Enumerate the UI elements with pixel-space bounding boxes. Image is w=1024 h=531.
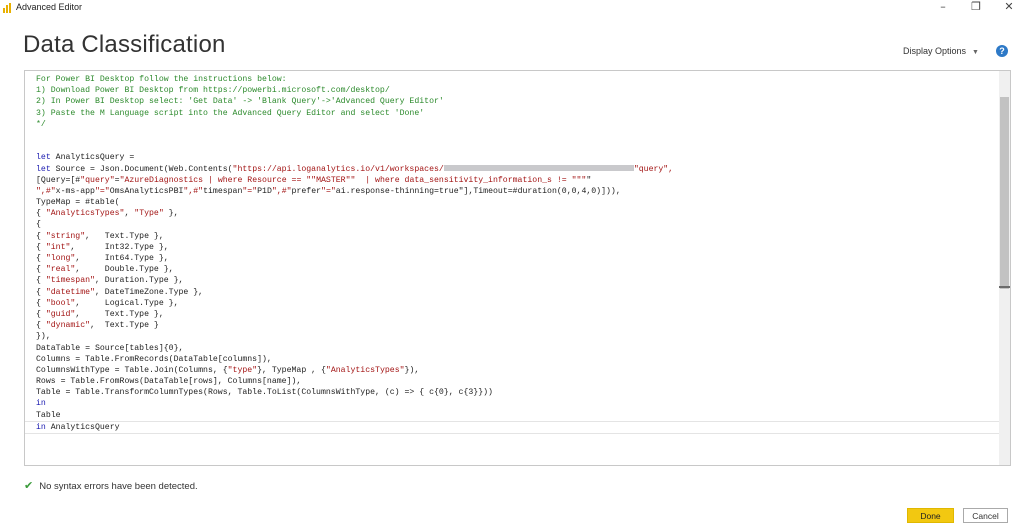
code-line[interactable]: { "bool", Logical.Type }, (36, 298, 991, 309)
code-line[interactable]: { "int", Int32.Type }, (36, 242, 991, 253)
help-icon[interactable]: ? (996, 45, 1008, 57)
code-line[interactable]: { "string", Text.Type }, (36, 231, 991, 242)
vertical-scrollbar[interactable] (999, 71, 1010, 465)
code-line[interactable]: let AnalyticsQuery = (36, 152, 991, 163)
code-editor[interactable]: For Power BI Desktop follow the instruct… (24, 70, 1011, 466)
code-line[interactable]: { "dynamic", Text.Type } (36, 320, 991, 331)
code-line[interactable]: in AnalyticsQuery (25, 420, 1010, 434)
code-line[interactable]: in (36, 398, 991, 409)
scrollbar-thumb[interactable] (1000, 97, 1009, 289)
code-line[interactable]: { "datetime", DateTimeZone.Type }, (36, 287, 991, 298)
code-line[interactable]: Rows = Table.FromRows(DataTable[rows], C… (36, 376, 991, 387)
code-line[interactable] (36, 141, 991, 152)
title-bar: Advanced Editor – ❐ ✕ (0, 0, 1024, 16)
syntax-status: ✔ No syntax errors have been detected. (24, 479, 198, 492)
redacted-workspace-id (443, 165, 634, 172)
checkmark-icon: ✔ (24, 479, 34, 492)
syntax-status-text: No syntax errors have been detected. (39, 481, 198, 492)
code-line[interactable]: Table (36, 410, 991, 421)
code-line[interactable]: For Power BI Desktop follow the instruct… (36, 74, 991, 85)
window-title: Advanced Editor (16, 2, 83, 12)
page-title: Data Classification (23, 31, 226, 58)
code-line[interactable]: 3) Paste the M Language script into the … (36, 108, 991, 119)
code-line[interactable]: */ (36, 119, 991, 130)
chevron-down-icon: ▼ (972, 49, 979, 56)
code-line[interactable]: }), (36, 331, 991, 342)
cancel-button[interactable]: Cancel (963, 508, 1008, 523)
code-line[interactable]: { "long", Int64.Type }, (36, 253, 991, 264)
code-line[interactable] (36, 130, 991, 141)
close-icon[interactable]: ✕ (994, 0, 1024, 16)
code-line[interactable]: { "AnalyticsTypes", "Type" }, (36, 208, 991, 219)
code-line[interactable]: DataTable = Source[tables]{0}, (36, 343, 991, 354)
scrollbar-position-marker (999, 286, 1010, 288)
code-line[interactable]: [Query=[#"query"="AzureDiagnostics | whe… (36, 175, 991, 186)
code-line[interactable]: TypeMap = #table( (36, 197, 991, 208)
display-options-label: Display Options (903, 46, 967, 56)
power-bi-icon (3, 3, 13, 13)
code-line[interactable]: let Source = Json.Document(Web.Contents(… (36, 164, 991, 175)
code-line[interactable]: { "real", Double.Type }, (36, 264, 991, 275)
code-line[interactable]: ",#"x-ms-app"="OmsAnalyticsPBI",#"timesp… (36, 186, 991, 197)
code-line[interactable]: 1) Download Power BI Desktop from https:… (36, 85, 991, 96)
display-options-dropdown[interactable]: Display Options ▼ (903, 46, 979, 56)
code-content[interactable]: For Power BI Desktop follow the instruct… (25, 74, 1010, 434)
code-line[interactable]: 2) In Power BI Desktop select: 'Get Data… (36, 96, 991, 107)
code-line[interactable]: { (36, 219, 991, 230)
restore-icon[interactable]: ❐ (961, 0, 991, 16)
minimize-icon[interactable]: – (928, 0, 958, 16)
code-line[interactable]: Table = Table.TransformColumnTypes(Rows,… (36, 387, 991, 398)
done-button[interactable]: Done (907, 508, 954, 523)
code-line[interactable]: { "timespan", Duration.Type }, (36, 275, 991, 286)
code-line[interactable]: Columns = Table.FromRecords(DataTable[co… (36, 354, 991, 365)
code-line[interactable]: { "guid", Text.Type }, (36, 309, 991, 320)
code-line[interactable]: ColumnsWithType = Table.Join(Columns, {"… (36, 365, 991, 376)
